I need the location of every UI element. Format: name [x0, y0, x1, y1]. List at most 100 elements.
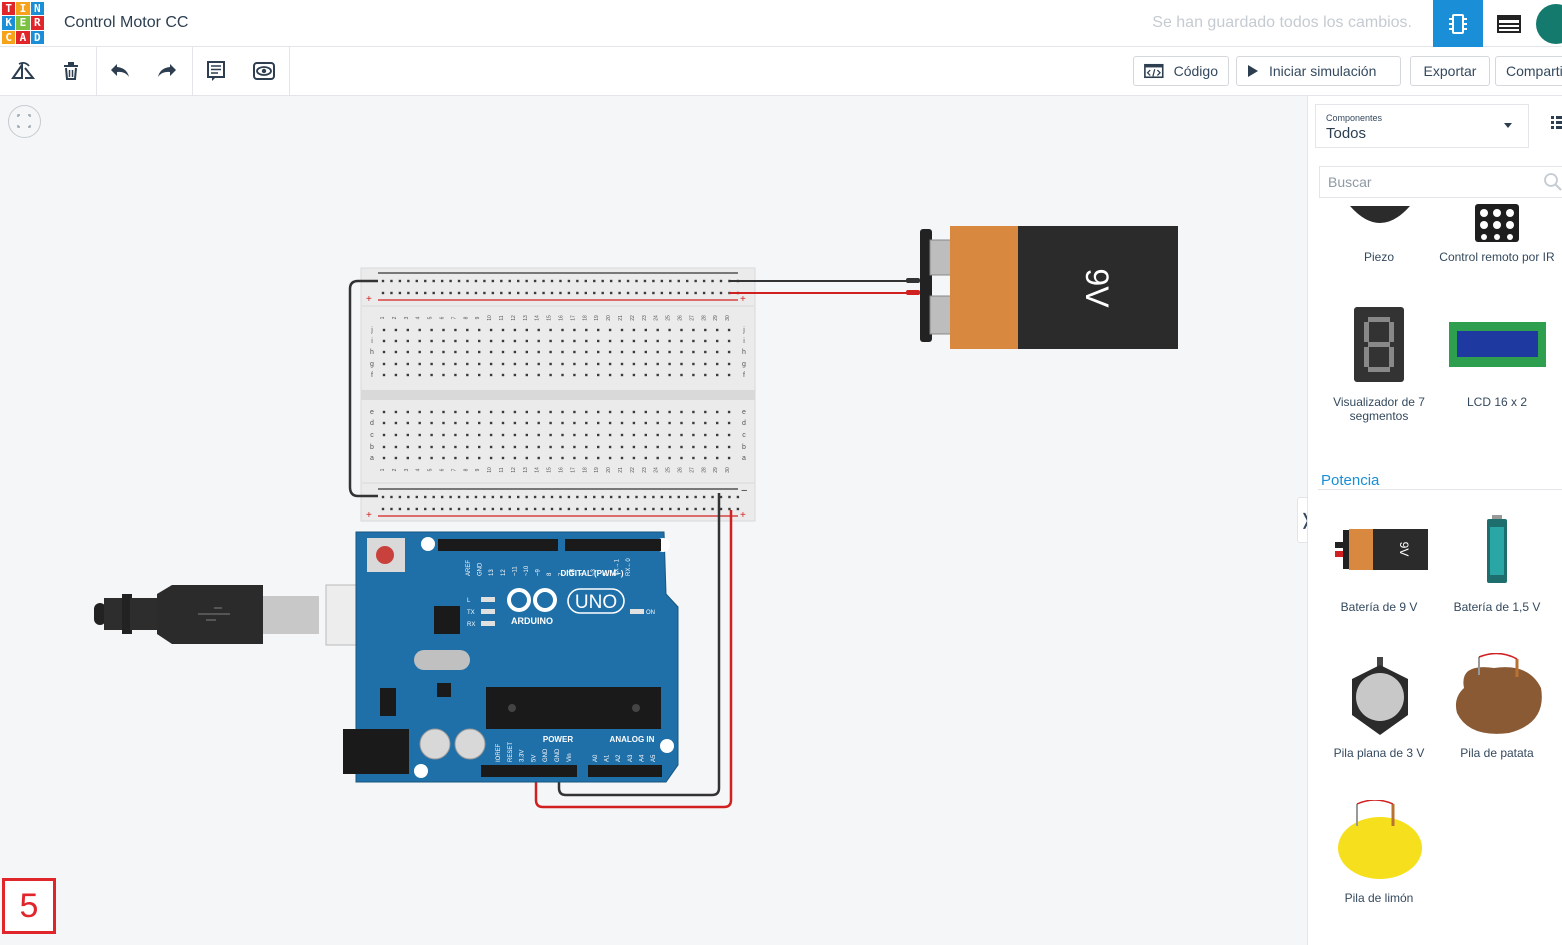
breadboard-row-label: d — [370, 420, 374, 427]
breadboard-column-label: 29 — [713, 315, 719, 321]
export-button[interactable]: Exportar — [1410, 56, 1490, 86]
start-simulation-button[interactable]: Iniciar simulación — [1236, 56, 1401, 86]
component-label: Control remoto por IR — [1439, 250, 1555, 264]
breadboard-column-label: 7 — [451, 316, 457, 319]
breadboard-column-label: 27 — [689, 467, 695, 473]
breadboard-row-label: b — [370, 444, 374, 451]
logo-letter: T — [2, 2, 16, 16]
breadboard-column-label: 11 — [499, 467, 505, 472]
breadboard-column-label: 22 — [630, 467, 636, 473]
svg-text:9V: 9V — [1397, 542, 1411, 557]
breadboard-column-label: 8 — [463, 468, 469, 471]
breadboard-column-label: 2 — [392, 316, 398, 319]
breadboard-column-label: 13 — [523, 315, 529, 321]
arduino-pin-label: 5V — [531, 755, 537, 762]
breadboard-column-label: 22 — [630, 315, 636, 321]
battery-9v[interactable]: 9V — [906, 226, 1178, 349]
workplane-canvas[interactable]: + + + + − 1 1 2 2 3 3 4 4 5 5 6 6 7 7 8 8 9 9 10 10 11 11 12 12… — [0, 96, 1307, 945]
svg-text:+: + — [740, 510, 746, 521]
components-category-dropdown[interactable]: Componentes Todos — [1315, 104, 1529, 148]
breadboard-column-label: 26 — [678, 467, 684, 473]
breadboard[interactable]: + + + + − 112233445566778899101011111212… — [360, 267, 756, 522]
logo-letter: E — [16, 16, 30, 30]
share-button[interactable]: Compartir — [1495, 56, 1562, 86]
breadboard-column-label: 12 — [511, 315, 517, 321]
share-label: Compartir — [1506, 63, 1562, 79]
breadboard-column-label: 5 — [428, 316, 434, 319]
search-icon[interactable] — [1544, 173, 1562, 191]
project-title[interactable]: Control Motor CC — [64, 14, 188, 32]
svg-text:+: + — [366, 294, 372, 305]
arduino-pin-label: A0 — [593, 754, 599, 762]
rotate-icon — [11, 61, 35, 79]
logo-letter: I — [16, 2, 30, 16]
start-simulation-label: Iniciar simulación — [1269, 63, 1377, 79]
arduino-pin-label: A2 — [616, 754, 622, 762]
arduino-pin-label: IOREF — [496, 743, 502, 762]
schematic-view-button[interactable] — [1484, 0, 1534, 47]
breadboard-row-label: g — [742, 361, 746, 368]
component-label: Pila de limón — [1344, 891, 1414, 905]
caret-down-icon — [1504, 123, 1512, 128]
breadboard-column-label: 6 — [440, 316, 446, 319]
undo-button[interactable] — [102, 53, 138, 89]
arduino-pin-label: A5 — [651, 754, 657, 762]
breadboard-column-label: 28 — [701, 467, 707, 473]
top-bar: TINKERCAD Control Motor CC Se han guarda… — [0, 0, 1562, 47]
delete-button[interactable] — [53, 53, 89, 89]
breadboard-column-label: 14 — [535, 467, 541, 473]
breadboard-column-label: 4 — [416, 316, 422, 319]
component-label: Pila plana de 3 V — [1333, 746, 1425, 760]
logo-letter: R — [30, 16, 44, 30]
breadboard-column-label: 3 — [404, 316, 410, 319]
breadboard-column-label: 28 — [701, 315, 707, 321]
arduino-pin-label: ~9 — [536, 568, 542, 576]
breadboard-row-label: e — [370, 409, 374, 416]
breadboard-column-label: 15 — [547, 467, 553, 473]
breadboard-column-label: 30 — [725, 467, 731, 473]
arduino-pin-label: GND — [543, 748, 549, 762]
breadboard-column-label: 20 — [606, 315, 612, 321]
coin-cell-icon — [1352, 657, 1408, 735]
arduino-pin-label: 13 — [489, 569, 495, 576]
list-view-toggle-icon[interactable] — [1551, 116, 1562, 130]
arduino-pin-label: RESET — [508, 742, 514, 762]
logo-letter: K — [2, 16, 16, 30]
visibility-button[interactable] — [246, 53, 282, 89]
breadboard-column-label: 29 — [713, 467, 719, 473]
breadboard-column-label: 16 — [559, 315, 565, 321]
redo-button[interactable] — [149, 53, 185, 89]
breadboard-column-label: 5 — [428, 468, 434, 471]
breadboard-column-label: 4 — [416, 468, 422, 471]
tinkercad-logo[interactable]: TINKERCAD — [2, 2, 44, 44]
breadboard-row-label: h — [742, 349, 746, 356]
arduino-pin-label: TX→1 — [614, 558, 620, 576]
visibility-icon — [253, 62, 275, 80]
arduino-uno-board[interactable]: UNO ARDUINO DIGITAL (PWM~) POWER ANALOG … — [343, 531, 679, 783]
component-search-input[interactable]: Buscar — [1319, 166, 1562, 198]
code-icon — [1144, 63, 1164, 79]
breadboard-column-label: 12 — [511, 467, 517, 473]
breadboard-column-label: 21 — [618, 315, 624, 321]
component-label: Piezo — [1363, 250, 1395, 264]
save-status: Se han guardado todos los cambios. — [1152, 14, 1412, 31]
arduino-pin-label: A1 — [605, 754, 611, 762]
breadboard-row-label: e — [742, 409, 746, 416]
breadboard-column-label: 10 — [487, 467, 493, 473]
component-label: Visualizador de 7 segmentos — [1333, 395, 1425, 423]
notes-icon — [207, 61, 225, 81]
user-avatar[interactable] — [1536, 4, 1562, 44]
breadboard-column-label: 17 — [570, 315, 576, 321]
code-button[interactable]: Código — [1133, 56, 1229, 86]
circuit-drawing: + + + + − 112233445566778899101011111212… — [94, 226, 1178, 809]
breadboard-row-label: b — [742, 444, 746, 451]
battery-voltage-label: 9V — [1079, 268, 1115, 308]
rotate-button[interactable] — [5, 53, 41, 89]
arduino-pin-label: AREF — [466, 560, 472, 576]
on-led-label: ON — [646, 610, 655, 616]
component-label: LCD 16 x 2 — [1466, 395, 1528, 409]
breadboard-row-label: a — [742, 455, 746, 462]
play-icon — [1248, 65, 1258, 77]
circuit-view-button[interactable] — [1433, 0, 1483, 47]
notes-button[interactable] — [198, 53, 234, 89]
